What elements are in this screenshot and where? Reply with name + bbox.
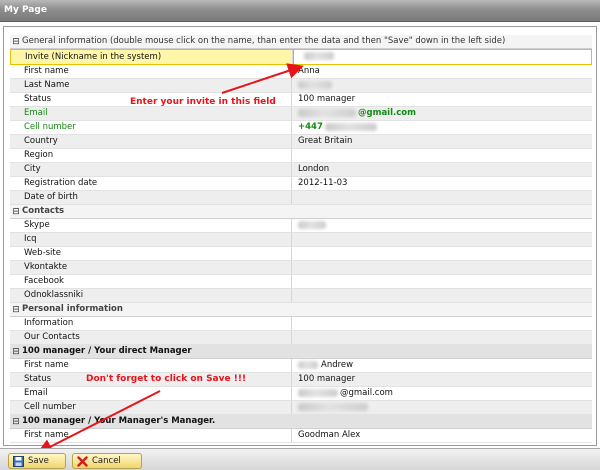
- invite-input[interactable]: [293, 50, 591, 64]
- country-row[interactable]: Country Great Britain: [10, 135, 592, 149]
- section-managers-manager[interactable]: ⊟ 100 manager / Your Manager's Manager.: [10, 415, 592, 429]
- collapse-icon[interactable]: ⊟: [10, 417, 22, 427]
- manager-first-name-row: First name Andrew: [10, 359, 592, 373]
- section-title: Personal information: [22, 304, 123, 314]
- last-name-value[interactable]: [292, 79, 592, 92]
- section-direct-manager[interactable]: ⊟ 100 manager / Your direct Manager: [10, 345, 592, 359]
- bottom-toolbar: Save Cancel: [0, 448, 600, 470]
- manager-status-value: 100 manager: [298, 374, 356, 384]
- information-value[interactable]: [292, 317, 592, 330]
- our-contacts-value[interactable]: [292, 331, 592, 344]
- status-row[interactable]: Status 100 manager: [10, 93, 592, 107]
- country-label: Country: [10, 135, 292, 148]
- section-title: 100 manager / Your Manager's Manager.: [22, 416, 216, 426]
- collapse-icon[interactable]: ⊟: [10, 207, 22, 217]
- date-of-birth-label: Date of birth: [10, 191, 292, 204]
- vkontakte-value[interactable]: [292, 261, 592, 274]
- registration-date-label: Registration date: [10, 177, 292, 190]
- region-value[interactable]: [292, 149, 592, 162]
- odnoklassniki-label: Odnoklassniki: [10, 289, 292, 302]
- facebook-row[interactable]: Facebook: [10, 275, 592, 289]
- skype-label: Skype: [10, 219, 292, 232]
- manager-cell-value: [292, 401, 592, 414]
- managers-manager-first-name-label: First name: [10, 429, 292, 442]
- manager-email-row: Email @gmail.com: [10, 387, 592, 401]
- email-label: Email: [10, 107, 292, 120]
- facebook-label: Facebook: [10, 275, 292, 288]
- email-value[interactable]: @gmail.com: [292, 107, 592, 120]
- cell-number-row[interactable]: Cell number +447: [10, 121, 592, 135]
- manager-first-name-value: Andrew: [292, 359, 592, 372]
- save-hint-text: Don't forget to click on Save !!!: [86, 374, 247, 384]
- region-label: Region: [10, 149, 292, 162]
- collapse-icon[interactable]: ⊟: [10, 305, 22, 315]
- last-name-row[interactable]: Last Name: [10, 79, 592, 93]
- information-row[interactable]: Information: [10, 317, 592, 331]
- skype-value[interactable]: [292, 219, 592, 232]
- vkontakte-label: Vkontakte: [10, 261, 292, 274]
- manager-first-name-label: First name: [10, 359, 292, 372]
- our-contacts-label: Our Contacts: [10, 331, 292, 344]
- odnoklassniki-row[interactable]: Odnoklassniki: [10, 289, 592, 303]
- invite-row[interactable]: Invite (Nickname in the system): [10, 49, 592, 65]
- cell-number-label: Cell number: [10, 121, 292, 134]
- section-contacts[interactable]: ⊟ Contacts: [10, 205, 592, 219]
- cancel-button[interactable]: Cancel: [72, 453, 142, 469]
- cell-number-value[interactable]: +447: [292, 121, 592, 134]
- save-button[interactable]: Save: [8, 453, 66, 469]
- section-title: Contacts: [22, 206, 65, 216]
- section-title: 100 manager / Your direct Manager: [22, 346, 192, 356]
- region-row[interactable]: Region: [10, 149, 592, 163]
- first-name-row[interactable]: First name Anna: [10, 65, 592, 79]
- icq-label: Icq: [10, 233, 292, 246]
- our-contacts-row[interactable]: Our Contacts: [10, 331, 592, 345]
- icq-row[interactable]: Icq: [10, 233, 592, 247]
- email-domain: @gmail.com: [358, 108, 416, 118]
- vkontakte-row[interactable]: Vkontakte: [10, 261, 592, 275]
- last-name-label: Last Name: [10, 79, 292, 92]
- registration-date-row[interactable]: Registration date 2012-11-03: [10, 177, 592, 191]
- collapse-icon[interactable]: ⊟: [10, 347, 22, 357]
- email-row[interactable]: Email @gmail.com: [10, 107, 592, 121]
- manager-email-label: Email: [10, 387, 292, 400]
- website-row[interactable]: Web-site: [10, 247, 592, 261]
- registration-date-value[interactable]: 2012-11-03: [292, 177, 592, 190]
- odnoklassniki-value[interactable]: [292, 289, 592, 302]
- facebook-value[interactable]: [292, 275, 592, 288]
- manager-email-domain: @gmail.com: [340, 388, 393, 398]
- date-of-birth-value[interactable]: [292, 191, 592, 204]
- window-title: My Page: [4, 5, 47, 15]
- icq-value[interactable]: [292, 233, 592, 246]
- information-label: Information: [10, 317, 292, 330]
- status-value[interactable]: 100 manager: [292, 93, 592, 106]
- website-value[interactable]: [292, 247, 592, 260]
- manager-email-value: @gmail.com: [292, 387, 592, 400]
- floppy-disk-icon: [13, 455, 24, 467]
- section-general[interactable]: ⊟ General information (double mouse clic…: [10, 35, 592, 49]
- manager-cell-label: Cell number: [10, 401, 292, 414]
- manager-cell-row: Cell number: [10, 401, 592, 415]
- cancel-x-icon: [77, 455, 88, 467]
- city-label: City: [10, 163, 292, 176]
- city-row[interactable]: City London: [10, 163, 592, 177]
- cancel-button-label: Cancel: [92, 456, 121, 466]
- managers-manager-first-name-value: Goodman Alex: [298, 430, 361, 440]
- first-name-value[interactable]: Anna: [292, 65, 592, 78]
- skype-row[interactable]: Skype: [10, 219, 592, 233]
- invite-label: Invite (Nickname in the system): [11, 50, 293, 64]
- window-titlebar: My Page: [0, 0, 600, 22]
- collapse-icon[interactable]: ⊟: [10, 37, 22, 47]
- section-title: General information (double mouse click …: [22, 36, 506, 46]
- date-of-birth-row[interactable]: Date of birth: [10, 191, 592, 205]
- section-personal[interactable]: ⊟ Personal information: [10, 303, 592, 317]
- website-label: Web-site: [10, 247, 292, 260]
- country-value[interactable]: Great Britain: [292, 135, 592, 148]
- cell-prefix: +447: [298, 122, 323, 132]
- first-name-label: First name: [10, 65, 292, 78]
- manager-first-name-text: Andrew: [321, 360, 354, 370]
- invite-hint-text: Enter your invite in this field: [130, 97, 276, 107]
- managers-manager-first-name-row: First name Goodman Alex: [10, 429, 592, 443]
- save-button-label: Save: [28, 456, 49, 466]
- city-value[interactable]: London: [292, 163, 592, 176]
